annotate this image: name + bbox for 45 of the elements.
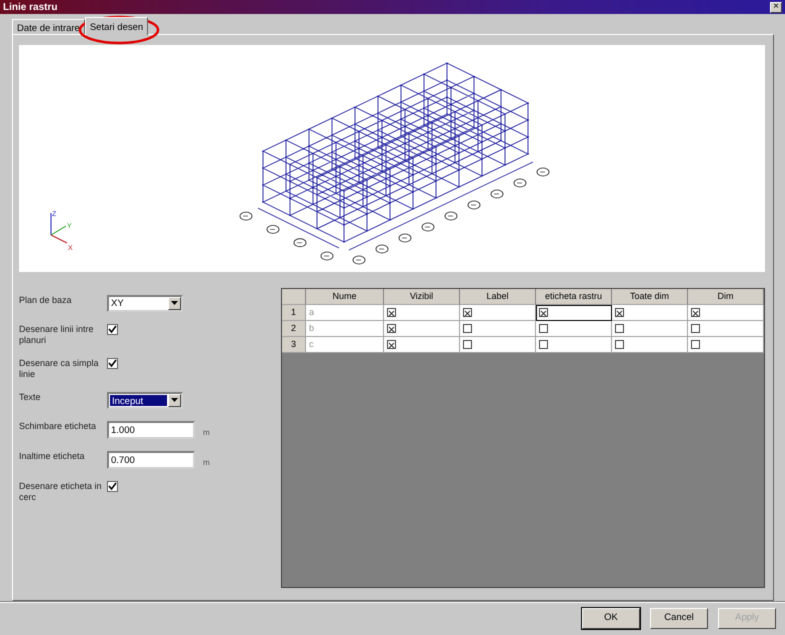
checkbox[interactable]: [463, 340, 472, 350]
column-header: eticheta rastru: [536, 289, 612, 305]
dropdown-arrow-icon: [171, 398, 178, 403]
input-field[interactable]: 1.000: [107, 421, 195, 439]
field-label: Desenare linii intre planuri: [19, 324, 95, 346]
checkbox[interactable]: [463, 308, 472, 318]
field-label: Plan de baza: [19, 295, 73, 306]
checkbox[interactable]: [107, 358, 118, 369]
checkbox[interactable]: [539, 308, 548, 318]
row-header: 3: [282, 337, 306, 353]
input-field[interactable]: 0.700: [107, 451, 195, 469]
checkbox[interactable]: [615, 340, 624, 350]
close-button[interactable]: ×: [770, 2, 782, 12]
dropdown[interactable]: XY: [107, 295, 183, 312]
row-header: 2: [282, 321, 306, 337]
dropdown[interactable]: Inceput: [107, 392, 183, 409]
axis-triad-icon: [50, 212, 68, 244]
checkbox[interactable]: [107, 324, 118, 335]
checkbox[interactable]: [691, 324, 700, 334]
checkbox[interactable]: [615, 324, 624, 334]
checkbox[interactable]: [387, 324, 396, 334]
tab[interactable]: Setari desen: [84, 17, 148, 35]
tab[interactable]: Date de intrare: [12, 19, 85, 34]
field-label: Texte: [19, 392, 42, 403]
dialog-button[interactable]: OK: [582, 608, 640, 629]
dropdown-arrow-icon: [171, 300, 178, 306]
table-cell: c: [306, 337, 384, 353]
unit-label: m: [203, 427, 210, 439]
checkbox[interactable]: [691, 308, 700, 318]
field-label: Desenare eticheta in cerc: [19, 481, 103, 503]
unit-label: m: [203, 457, 210, 469]
dialog-button[interactable]: Cancel: [650, 608, 708, 629]
checkbox[interactable]: [387, 308, 396, 318]
field-label: Schimbare eticheta: [19, 421, 98, 432]
window-title: Linie rastru: [3, 0, 58, 14]
checkbox[interactable]: [615, 308, 624, 318]
checkbox[interactable]: [691, 340, 700, 350]
checkbox[interactable]: [387, 340, 396, 350]
field-label: Inaltime eticheta: [19, 451, 86, 462]
row-header: 1: [282, 305, 306, 321]
checkbox[interactable]: [107, 481, 118, 492]
checkbox[interactable]: [463, 324, 472, 334]
checkbox[interactable]: [539, 324, 548, 334]
checkbox[interactable]: [539, 340, 548, 350]
field-label: Desenare ca simpla linie: [19, 358, 100, 380]
